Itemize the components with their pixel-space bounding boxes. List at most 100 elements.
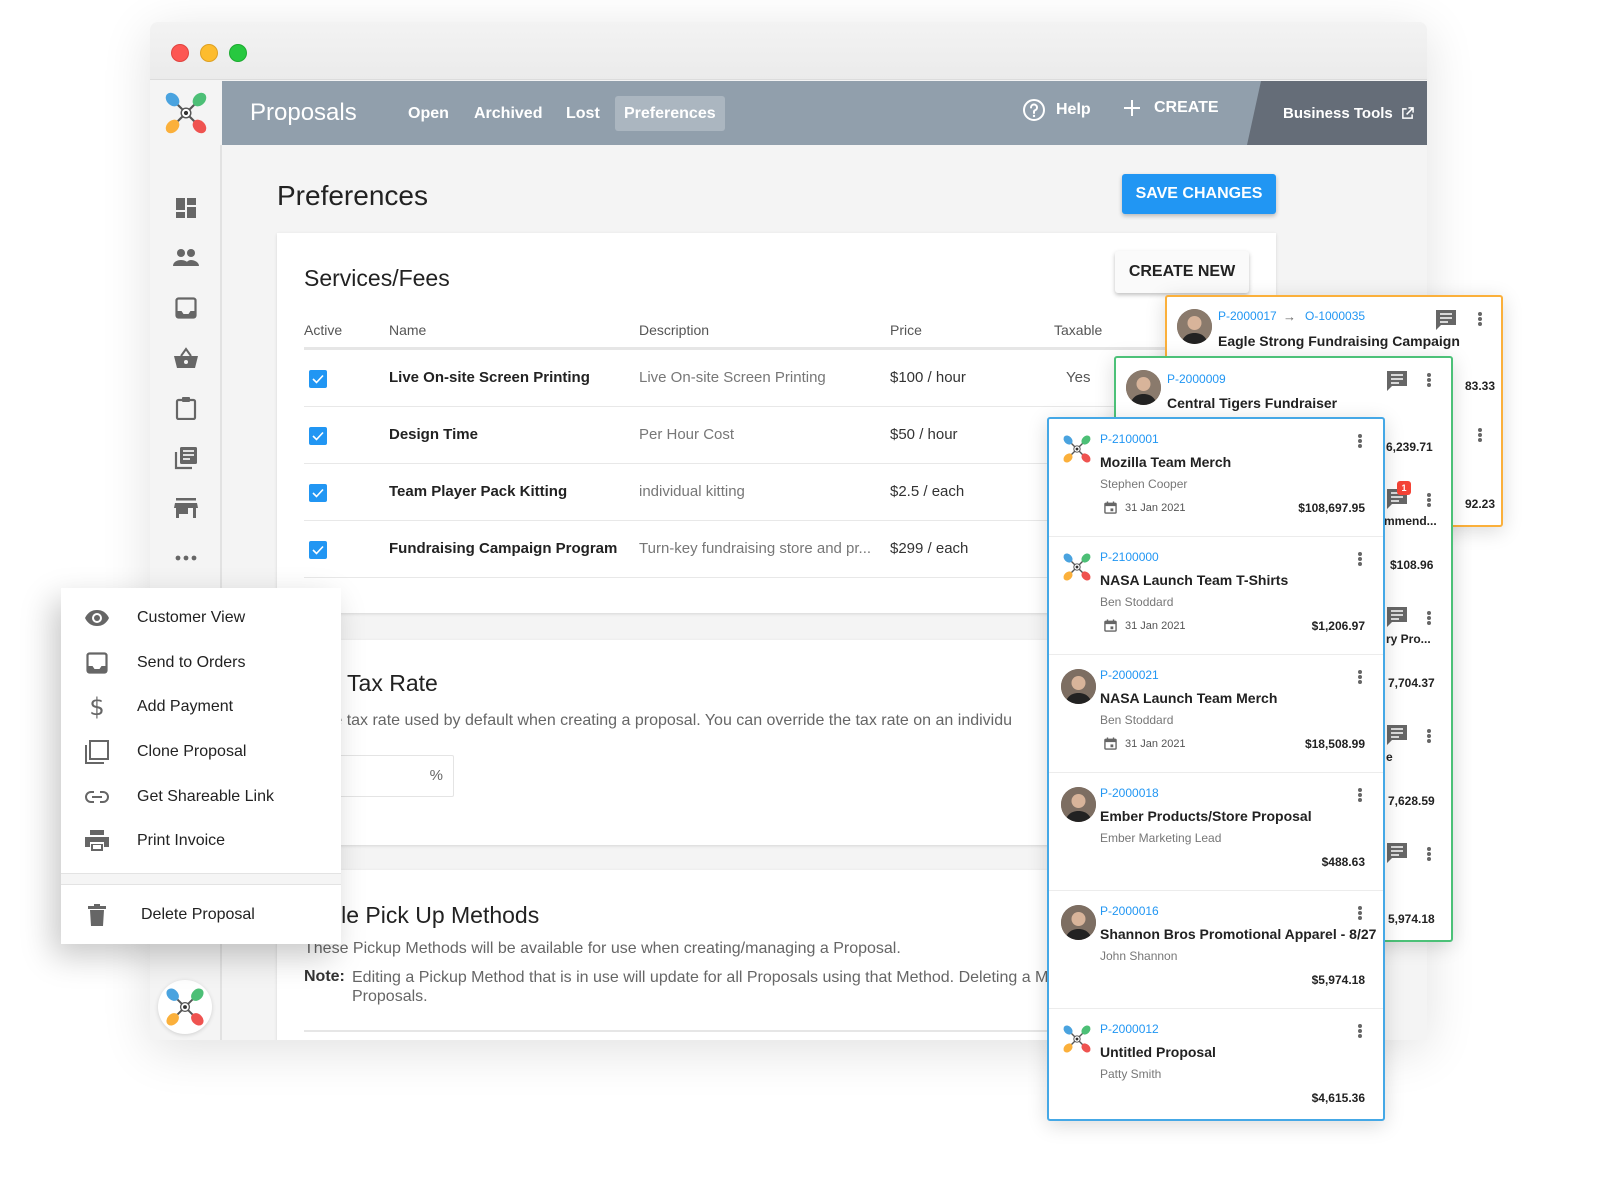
customer-name: Ember Marketing Lead xyxy=(1100,831,1222,845)
menu-item-delete-proposal[interactable]: Delete Proposal xyxy=(61,895,341,935)
sidebar-item-inbox[interactable] xyxy=(173,295,199,321)
amount-peek: 7,628.59 xyxy=(1388,794,1435,808)
proposal-title: Mozilla Team Merch xyxy=(1100,454,1232,470)
tab-lost[interactable]: Lost xyxy=(557,96,609,131)
more-options-icon[interactable] xyxy=(1473,425,1487,445)
more-options-icon[interactable] xyxy=(1422,726,1436,746)
menu-item-label: Get Shareable Link xyxy=(137,788,274,805)
tab-preferences[interactable]: Preferences xyxy=(615,96,725,131)
proposal-id-link[interactable]: P-2000021 xyxy=(1100,668,1159,682)
sidebar-item-more[interactable] xyxy=(173,545,199,571)
store-icon xyxy=(174,498,198,518)
tax-rate-description: is the tax rate used by default when cre… xyxy=(304,712,1013,729)
proposal-id-link[interactable]: P-2000018 xyxy=(1100,786,1159,800)
sidebar-item-people[interactable] xyxy=(173,245,199,271)
comment-icon[interactable] xyxy=(1386,842,1408,864)
menu-item-add-payment[interactable]: $ Add Payment xyxy=(61,687,341,727)
create-new-button[interactable]: CREATE NEW xyxy=(1115,251,1249,293)
dollar-icon: $ xyxy=(89,693,105,721)
customer-name: Ben Stoddard xyxy=(1100,595,1174,609)
more-options-icon[interactable] xyxy=(1422,844,1436,864)
proposal-list-item[interactable]: P-2000021 NASA Launch Team Merch Ben Stodd… xyxy=(1049,655,1383,773)
dashboard-icon xyxy=(176,198,196,218)
app-logo[interactable] xyxy=(150,81,222,145)
proposal-list-item[interactable]: P-2100001 Mozilla Team Merch Stephen Coope… xyxy=(1049,419,1383,537)
more-options-icon[interactable] xyxy=(1353,1021,1367,1041)
more-options-icon[interactable] xyxy=(1422,490,1436,510)
proposal-panel-blue[interactable]: P-2100001 Mozilla Team Merch Stephen Coope… xyxy=(1047,417,1385,1121)
active-checkbox[interactable] xyxy=(309,541,327,559)
calendar-icon xyxy=(1104,737,1117,750)
proposal-id-link[interactable]: P-2000017 xyxy=(1218,309,1277,323)
avatar xyxy=(1177,309,1212,344)
create-button[interactable]: CREATE xyxy=(1122,98,1219,118)
more-options-icon[interactable] xyxy=(1353,667,1367,687)
more-options-icon[interactable] xyxy=(1422,370,1436,390)
app-title: Proposals xyxy=(250,99,357,126)
user-avatar[interactable] xyxy=(158,980,212,1034)
service-name: Team Player Pack Kitting xyxy=(389,483,568,500)
menu-item-customer-view[interactable]: Customer View xyxy=(61,598,341,638)
more-options-icon[interactable] xyxy=(1353,549,1367,569)
minimize-window-button[interactable] xyxy=(200,44,218,62)
comment-icon[interactable] xyxy=(1435,309,1457,331)
column-header-description[interactable]: Description xyxy=(639,322,709,338)
more-options-icon[interactable] xyxy=(1353,785,1367,805)
proposal-id-link[interactable]: P-2100000 xyxy=(1100,550,1159,564)
column-header-price[interactable]: Price xyxy=(890,322,922,338)
comment-icon[interactable] xyxy=(1386,370,1408,392)
amount-peek: 7,704.37 xyxy=(1388,676,1435,690)
comment-icon[interactable] xyxy=(1386,724,1408,746)
close-window-button[interactable] xyxy=(171,44,189,62)
menu-item-label: Print Invoice xyxy=(137,832,226,849)
more-options-icon[interactable] xyxy=(1353,431,1367,451)
menu-item-send-to-orders[interactable]: Send to Orders xyxy=(61,643,341,683)
sidebar-item-store[interactable] xyxy=(173,495,199,521)
proposal-list-item[interactable]: P-2000016 Shannon Bros Promotional Appare… xyxy=(1049,891,1383,1009)
more-options-icon[interactable] xyxy=(1473,309,1487,329)
tab-open[interactable]: Open xyxy=(399,96,458,131)
sidebar-item-clipboard[interactable] xyxy=(173,395,199,421)
column-header-taxable[interactable]: Taxable xyxy=(1054,322,1102,338)
active-checkbox[interactable] xyxy=(309,427,327,445)
sidebar-item-dashboard[interactable] xyxy=(173,195,199,221)
customer-name: Ben Stoddard xyxy=(1100,713,1174,727)
checkmark-icon xyxy=(312,431,324,441)
plus-icon xyxy=(1124,100,1140,116)
menu-item-print-invoice[interactable]: Print Invoice xyxy=(61,821,341,861)
menu-item-clone-proposal[interactable]: Clone Proposal xyxy=(61,732,341,772)
menu-item-get-shareable-link[interactable]: Get Shareable Link xyxy=(61,777,341,817)
checkmark-icon xyxy=(312,545,324,555)
save-changes-button[interactable]: SAVE CHANGES xyxy=(1122,174,1276,214)
proposal-list-item[interactable]: P-2000018 Ember Products/Store Proposal Em… xyxy=(1049,773,1383,891)
proposal-id-link[interactable]: P-2000016 xyxy=(1100,904,1159,918)
help-button[interactable]: Help xyxy=(1022,98,1091,122)
service-description: Live On-site Screen Printing xyxy=(639,369,826,386)
business-tools-button[interactable]: Business Tools xyxy=(1247,81,1427,145)
proposal-list-item[interactable]: P-2000012 Untitled Proposal Patty Smith $4,… xyxy=(1049,1009,1383,1119)
more-options-icon[interactable] xyxy=(1422,608,1436,628)
active-checkbox[interactable] xyxy=(309,370,327,388)
page-title: Preferences xyxy=(277,180,428,211)
service-description: individual kitting xyxy=(639,483,745,500)
amount-peek: 92.23 xyxy=(1465,497,1496,511)
maximize-window-button[interactable] xyxy=(229,44,247,62)
column-header-name[interactable]: Name xyxy=(389,322,426,338)
calendar-icon xyxy=(1104,501,1117,514)
proposal-list-item[interactable]: P-2100000 NASA Launch Team T-Shirts Ben St… xyxy=(1049,537,1383,655)
menu-item-label: Delete Proposal xyxy=(141,906,255,923)
order-id-link[interactable]: O-1000035 xyxy=(1305,309,1365,323)
sidebar-item-basket[interactable] xyxy=(173,345,199,371)
comment-icon[interactable] xyxy=(1386,606,1408,628)
proposal-id-link[interactable]: P-2000009 xyxy=(1167,372,1226,386)
sidebar-item-library[interactable] xyxy=(173,445,199,471)
column-header-active[interactable]: Active xyxy=(304,322,342,338)
proposal-id-link[interactable]: P-2000012 xyxy=(1100,1022,1159,1036)
company-logo-icon xyxy=(1061,1023,1093,1055)
more-options-icon[interactable] xyxy=(1353,903,1367,923)
active-checkbox[interactable] xyxy=(309,484,327,502)
proposal-date: 31 Jan 2021 xyxy=(1104,737,1186,750)
proposal-amount: $488.63 xyxy=(1321,855,1365,869)
proposal-id-link[interactable]: P-2100001 xyxy=(1100,432,1159,446)
tab-archived[interactable]: Archived xyxy=(465,96,551,131)
